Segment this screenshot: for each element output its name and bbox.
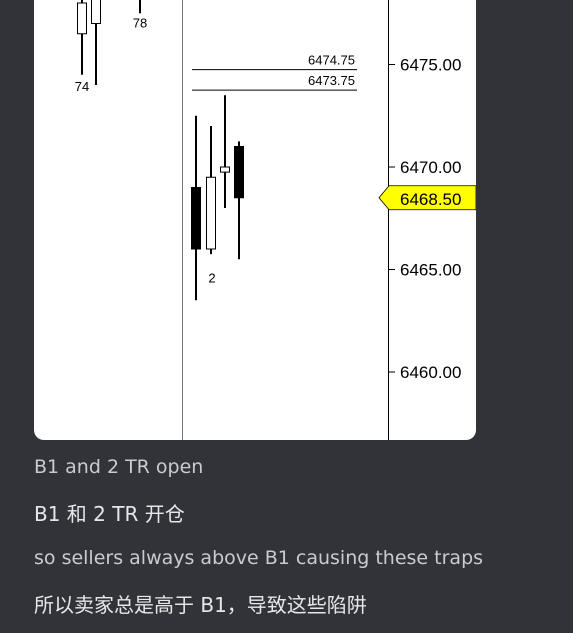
bar-number-label: 2 bbox=[208, 270, 215, 285]
message-text: so sellers always above B1 causing these… bbox=[34, 547, 484, 569]
candle-body bbox=[77, 2, 87, 35]
message-text: B1 和 2 TR 开仓 bbox=[34, 502, 185, 526]
bar-number-label: 74 bbox=[75, 79, 89, 94]
price-axis-label: 6470.00 bbox=[400, 158, 461, 177]
message-text: 所以卖家总是高于 B1，导致这些陷阱 bbox=[34, 593, 367, 617]
chart-image: 6475.00 6470.00 6465.00 6460.00 6468.50 6474.… bbox=[34, 0, 476, 440]
price-axis-label: 6460.00 bbox=[400, 363, 461, 382]
bar-number-label: 78 bbox=[133, 15, 147, 30]
level-line-label: 6474.75 bbox=[308, 53, 355, 68]
candle-body bbox=[206, 176, 216, 250]
current-price-label: 6468.50 bbox=[400, 190, 461, 209]
message-text: B1 and 2 TR open bbox=[34, 456, 204, 478]
candlestick-chart: 6475.00 6470.00 6465.00 6460.00 6468.50 6474.… bbox=[75, 0, 476, 440]
price-axis-label: 6465.00 bbox=[400, 261, 461, 280]
candle-body bbox=[234, 146, 244, 199]
level-line-label: 6473.75 bbox=[308, 73, 355, 88]
candle-body bbox=[91, 0, 101, 24]
candle-body bbox=[220, 166, 230, 173]
candle-body bbox=[191, 187, 201, 250]
price-axis-label: 6475.00 bbox=[400, 56, 461, 75]
